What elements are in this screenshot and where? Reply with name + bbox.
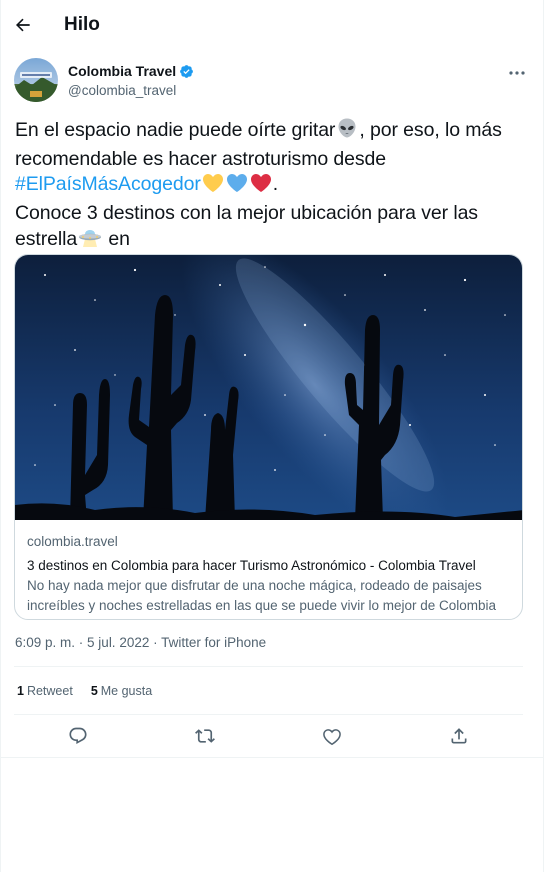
card-title: 3 destinos en Colombia para hacer Turism…: [27, 558, 476, 573]
card-domain: colombia.travel: [27, 534, 118, 549]
likes-stat[interactable]: 5 Me gusta: [91, 682, 152, 700]
tweet-text: En el espacio nadie puede oírte gritar, …: [15, 117, 521, 256]
tweet-timestamp: 6:09 p. m. · 5 jul. 2022 · Twitter for i…: [15, 634, 266, 652]
tweet-time[interactable]: 6:09 p. m.: [15, 635, 75, 650]
share-icon: [451, 728, 467, 744]
ufo-emoji-icon: [78, 226, 102, 256]
red-heart-icon: [250, 173, 272, 201]
tweet-text-part-3: .: [272, 173, 279, 195]
like-button[interactable]: [315, 721, 349, 751]
meta-separator: ·: [75, 635, 88, 650]
back-arrow-icon: [16, 18, 30, 32]
more-options-button[interactable]: [502, 60, 532, 86]
page-title: Hilo: [64, 14, 100, 35]
tweet-text-part-1: En el espacio nadie puede oírte gritar: [15, 119, 336, 141]
retweets-count: 1: [17, 684, 24, 698]
likes-count: 5: [90, 684, 98, 698]
meta-separator-2: ·: [149, 635, 162, 650]
card-meta: colombia.travel 3 destinos en Colombia p…: [27, 533, 513, 616]
tweet-date[interactable]: 5 jul. 2022: [87, 635, 149, 650]
back-button[interactable]: [6, 8, 40, 42]
divider: [14, 714, 523, 715]
heart-icon: [323, 729, 341, 746]
share-button[interactable]: [442, 721, 476, 751]
thread-column: Hilo Colombia Travel @colombia_travel En…: [0, 0, 544, 872]
link-card[interactable]: colombia.travel 3 destinos en Colombia p…: [14, 254, 523, 620]
hashtag-link[interactable]: #ElPaísMásAcogedor: [15, 173, 201, 195]
card-image[interactable]: [15, 255, 522, 538]
tweet-source[interactable]: Twitter for iPhone: [161, 635, 266, 650]
retweet-button[interactable]: [188, 721, 222, 751]
alien-emoji-icon: [336, 117, 358, 147]
divider: [1, 757, 544, 758]
reply-icon: [69, 727, 87, 745]
more-dots-icon: [509, 71, 525, 75]
retweets-label: Retweet: [26, 684, 73, 698]
card-description: No hay nada mejor que disfrutar de una n…: [27, 578, 496, 613]
thread-header: Hilo: [1, 0, 544, 50]
author-info: Colombia Travel @colombia_travel: [68, 63, 194, 100]
divider: [14, 666, 523, 667]
tweet-actions: [14, 721, 523, 751]
author-handle[interactable]: @colombia_travel: [68, 82, 194, 100]
avatar[interactable]: [14, 58, 58, 102]
reply-button[interactable]: [61, 721, 95, 751]
tweet-author: Colombia Travel @colombia_travel: [14, 58, 532, 104]
likes-label: Me gusta: [100, 684, 153, 698]
tweet-text-part-5: en: [103, 228, 130, 250]
blue-heart-icon: [226, 173, 248, 201]
author-name[interactable]: Colombia Travel: [68, 63, 176, 80]
verified-badge-icon: [179, 64, 194, 79]
yellow-heart-icon: [202, 173, 224, 201]
tweet-stats: 1 Retweet 5 Me gusta: [17, 682, 170, 700]
retweet-icon: [194, 729, 215, 743]
retweets-stat[interactable]: 1 Retweet: [17, 682, 73, 700]
